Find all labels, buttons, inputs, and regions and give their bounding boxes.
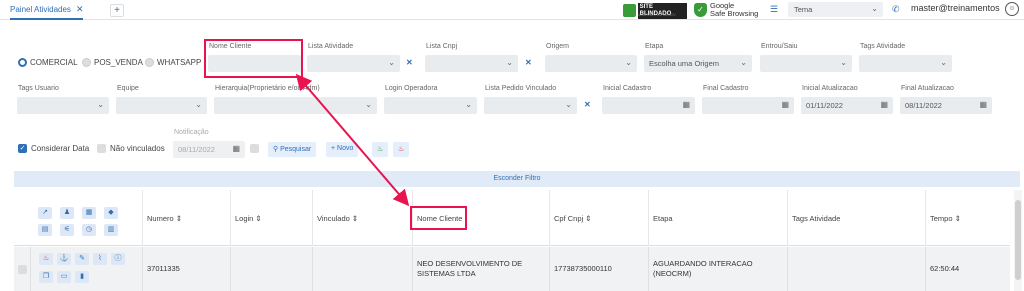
annotation-arrow bbox=[295, 73, 410, 207]
